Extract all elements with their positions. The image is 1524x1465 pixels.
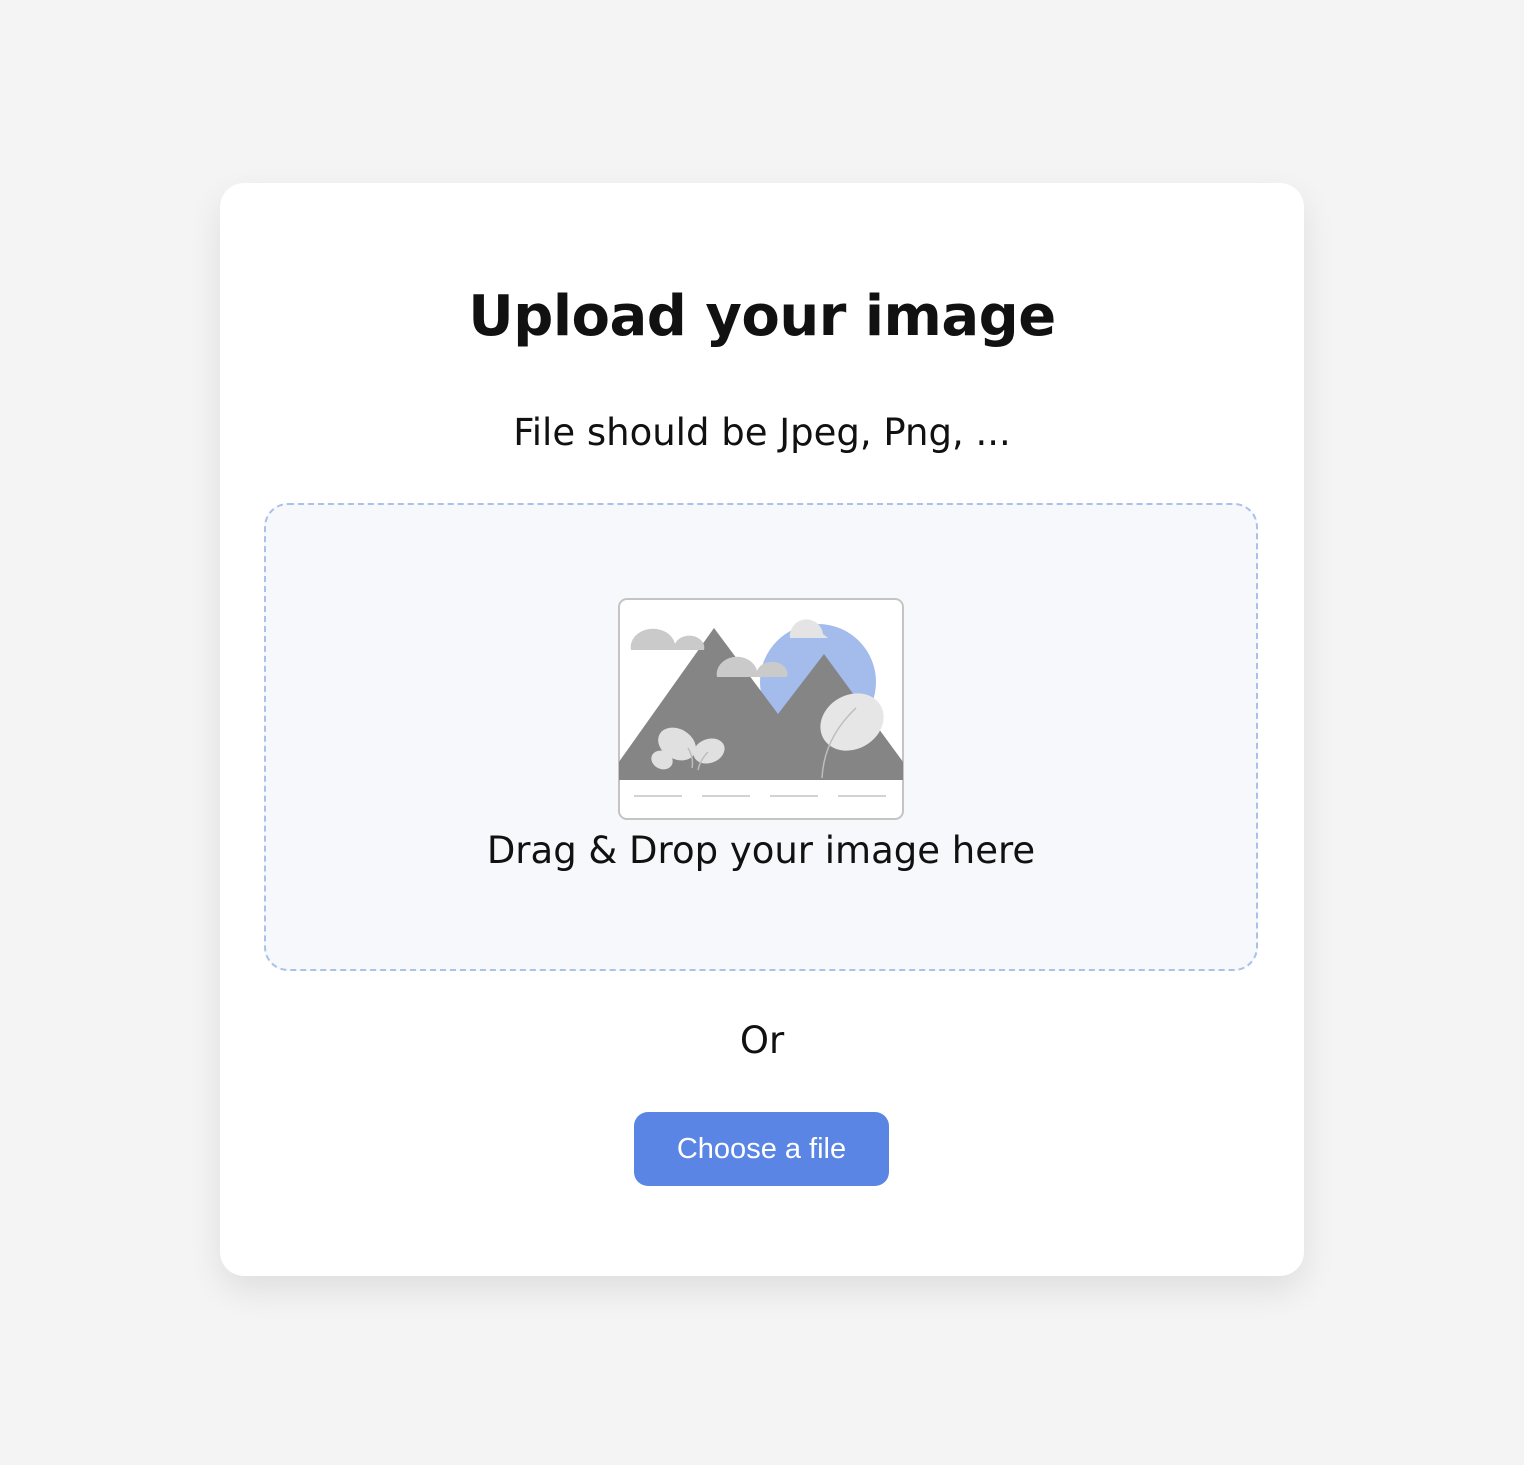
page-title: Upload your image	[468, 284, 1056, 349]
image-placeholder-icon	[618, 598, 904, 820]
dropzone-label: Drag & Drop your image here	[486, 829, 1036, 872]
drop-zone[interactable]: Drag & Drop your image here	[264, 503, 1258, 971]
or-separator: Or	[739, 1019, 785, 1062]
file-type-hint: File should be Jpeg, Png, ...	[513, 411, 1011, 454]
choose-file-button[interactable]: Choose a file	[634, 1112, 889, 1186]
upload-card: Upload your image File should be Jpeg, P…	[220, 183, 1304, 1276]
